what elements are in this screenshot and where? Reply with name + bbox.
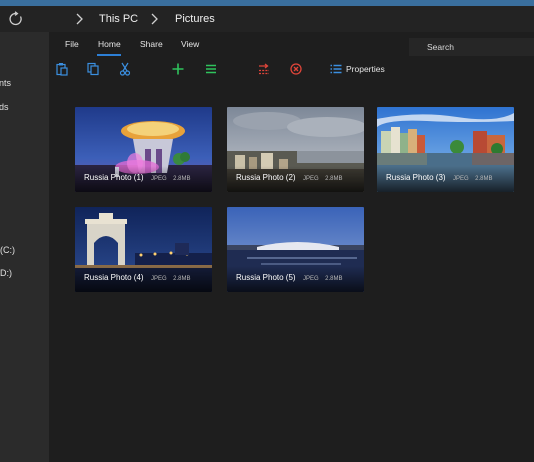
active-tab-indicator (97, 54, 121, 56)
file-type: JPEG (303, 276, 319, 282)
chevron-right-icon (151, 13, 158, 25)
file-size: 2.8MB (173, 176, 191, 182)
sidebar-item[interactable]: nts (0, 78, 11, 88)
new-item-icon[interactable] (171, 62, 185, 76)
file-type: JPEG (453, 176, 469, 182)
properties-icon[interactable] (329, 62, 343, 76)
navigation-pane: nts ds (C:) D:) (0, 32, 49, 462)
tab-share[interactable]: Share (140, 39, 163, 49)
breadcrumb-pictures[interactable]: Pictures (175, 13, 215, 25)
file-name: Russia Photo (5) (236, 273, 296, 282)
file-tile[interactable]: Russia Photo (3) JPEG 2.8MB (377, 107, 514, 192)
file-name: Russia Photo (3) (386, 173, 446, 182)
copy-icon[interactable] (86, 62, 100, 76)
tab-file[interactable]: File (65, 39, 79, 49)
address-bar: This PC Pictures (0, 6, 534, 32)
sidebar-item-drive-c[interactable]: (C:) (0, 245, 15, 255)
sidebar-item[interactable]: ds (0, 102, 9, 112)
refresh-icon[interactable] (8, 11, 24, 27)
file-size: 2.8MB (475, 176, 493, 182)
file-size: 2.8MB (325, 176, 343, 182)
file-name: Russia Photo (2) (236, 173, 296, 182)
file-caption: Russia Photo (4) JPEG 2.8MB (84, 267, 191, 285)
file-type: JPEG (151, 176, 167, 182)
file-caption: Russia Photo (5) JPEG 2.8MB (236, 267, 343, 285)
delete-icon[interactable] (289, 62, 303, 76)
file-caption: Russia Photo (1) JPEG 2.8MB (84, 167, 191, 185)
select-all-icon[interactable] (204, 62, 218, 76)
sidebar-item-drive-d[interactable]: D:) (0, 268, 12, 278)
file-size: 2.8MB (173, 276, 191, 282)
search-label: Search (427, 42, 454, 52)
tab-view[interactable]: View (181, 39, 199, 49)
file-type: JPEG (303, 176, 319, 182)
search-box[interactable]: Search (409, 38, 534, 56)
file-caption: Russia Photo (3) JPEG 2.8MB (386, 167, 493, 185)
paste-icon[interactable] (55, 62, 69, 76)
properties-button-label[interactable]: Properties (346, 64, 385, 74)
main-content: File Home Share View Search Properties R… (49, 32, 534, 462)
file-size: 2.8MB (325, 276, 343, 282)
file-tile[interactable]: Russia Photo (1) JPEG 2.8MB (75, 107, 212, 192)
chevron-right-icon (76, 13, 83, 25)
file-caption: Russia Photo (2) JPEG 2.8MB (236, 167, 343, 185)
move-to-icon[interactable] (257, 62, 271, 76)
file-name: Russia Photo (1) (84, 173, 144, 182)
file-tile[interactable]: Russia Photo (4) JPEG 2.8MB (75, 207, 212, 292)
breadcrumb-this-pc[interactable]: This PC (99, 13, 138, 25)
cut-icon[interactable] (118, 62, 132, 76)
tab-home[interactable]: Home (98, 39, 121, 49)
file-type: JPEG (151, 276, 167, 282)
file-tile[interactable]: Russia Photo (2) JPEG 2.8MB (227, 107, 364, 192)
file-name: Russia Photo (4) (84, 273, 144, 282)
file-tile[interactable]: Russia Photo (5) JPEG 2.8MB (227, 207, 364, 292)
